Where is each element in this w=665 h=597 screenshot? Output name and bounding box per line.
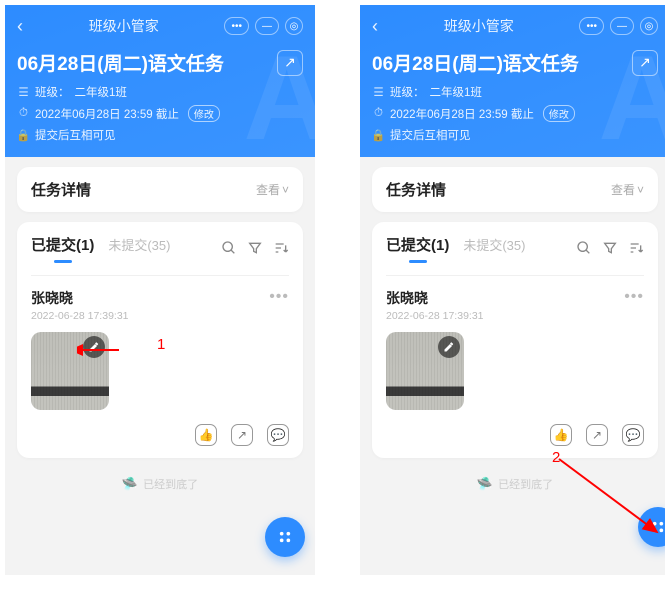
modify-button[interactable]: 修改	[543, 105, 575, 122]
footer: 🛸 已经到底了	[5, 476, 315, 492]
timestamp: 2022-06-28 17:39:31	[31, 310, 129, 322]
header: A ‹ 班级小管家 ••• — ◎ 06月28日(周二)语文任务 ↗ ☰ 班级：…	[5, 5, 315, 157]
minimize-icon[interactable]: —	[255, 17, 279, 35]
sort-icon[interactable]	[273, 240, 289, 256]
comment-icon[interactable]: 💬	[622, 424, 644, 446]
clock-icon: ⏱	[372, 107, 385, 120]
thumbs-up-icon[interactable]: 👍	[550, 424, 572, 446]
target-icon[interactable]: ◎	[640, 17, 658, 35]
class-label: 班级：	[35, 84, 70, 100]
modify-button[interactable]: 修改	[188, 105, 220, 122]
chevron-down-icon: ˅	[282, 183, 289, 197]
back-icon[interactable]: ‹	[372, 16, 378, 37]
share-icon[interactable]: ↗	[632, 50, 658, 76]
submission-card: 已提交(1) 未提交(35) 张晓晓 2022-06-28 17:39:31 •…	[372, 222, 658, 458]
submission-item: 张晓晓 2022-06-28 17:39:31 ••• 👍 ↗ 💬	[31, 275, 289, 446]
thumbs-up-icon[interactable]: 👍	[195, 424, 217, 446]
edit-icon[interactable]	[83, 336, 105, 358]
class-icon: ☰	[17, 85, 30, 99]
task-title: 06月28日(周二)语文任务	[372, 49, 579, 76]
filter-icon[interactable]	[602, 240, 618, 256]
details-heading: 任务详情	[31, 179, 91, 200]
app-title: 班级小管家	[89, 16, 159, 36]
more-icon[interactable]: •••	[624, 288, 644, 306]
search-icon[interactable]	[221, 240, 237, 256]
app-title: 班级小管家	[444, 16, 514, 36]
lock-icon: 🔒	[372, 128, 385, 142]
phone-screenshot-right: A ‹ 班级小管家 ••• — ◎ 06月28日(周二)语文任务 ↗ ☰班级：二…	[360, 5, 665, 575]
clock-icon: ⏱	[17, 107, 30, 120]
tabs: 已提交(1) 未提交(35)	[31, 234, 289, 261]
thumbnail[interactable]	[31, 332, 109, 410]
deadline: 2022年06月28日 23:59 截止	[35, 106, 179, 122]
view-link[interactable]: 查看 ˅	[256, 181, 289, 198]
reshare-icon[interactable]: ↗	[231, 424, 253, 446]
reshare-icon[interactable]: ↗	[586, 424, 608, 446]
author: 张晓晓	[31, 288, 129, 308]
filter-icon[interactable]	[247, 240, 263, 256]
window-buttons: ••• — ◎	[224, 17, 303, 35]
tab-submitted[interactable]: 已提交(1)	[386, 234, 449, 261]
task-details-card[interactable]: 任务详情 查看 ˅	[17, 167, 303, 212]
view-link[interactable]: 查看˅	[611, 181, 644, 198]
chevron-down-icon: ˅	[637, 183, 644, 197]
submission-card: 已提交(1) 未提交(35) 张晓晓 2022-06-28 17:39:31 •…	[17, 222, 303, 458]
class-name: 二年级1班	[75, 84, 127, 100]
back-icon[interactable]: ‹	[17, 16, 23, 37]
more-icon[interactable]: •••	[269, 288, 289, 306]
sort-icon[interactable]	[628, 240, 644, 256]
share-icon[interactable]: ↗	[277, 50, 303, 76]
class-icon: ☰	[372, 85, 385, 99]
task-title: 06月28日(周二)语文任务	[17, 49, 224, 76]
tab-not-submitted[interactable]: 未提交(35)	[108, 235, 170, 254]
more-icon[interactable]: •••	[579, 17, 604, 35]
lock-icon: 🔒	[17, 128, 30, 142]
task-details-card[interactable]: 任务详情 查看˅	[372, 167, 658, 212]
end-text: 已经到底了	[143, 476, 198, 492]
tab-submitted[interactable]: 已提交(1)	[31, 234, 94, 261]
fab-button[interactable]	[638, 507, 665, 547]
minimize-icon[interactable]: —	[610, 17, 634, 35]
ufo-icon: 🛸	[122, 476, 138, 492]
search-icon[interactable]	[576, 240, 592, 256]
phone-screenshot-left: A ‹ 班级小管家 ••• — ◎ 06月28日(周二)语文任务 ↗ ☰ 班级：…	[5, 5, 315, 575]
visibility: 提交后互相可见	[35, 127, 116, 143]
header: A ‹ 班级小管家 ••• — ◎ 06月28日(周二)语文任务 ↗ ☰班级：二…	[360, 5, 665, 157]
task-meta: ☰ 班级： 二年级1班 ⏱ 2022年06月28日 23:59 截止 修改 🔒 …	[17, 84, 303, 143]
comment-icon[interactable]: 💬	[267, 424, 289, 446]
target-icon[interactable]: ◎	[285, 17, 303, 35]
edit-icon[interactable]	[438, 336, 460, 358]
action-row: 👍 ↗ 💬	[31, 424, 289, 446]
tab-not-submitted[interactable]: 未提交(35)	[463, 235, 525, 254]
fab-button[interactable]	[265, 517, 305, 557]
topbar: ‹ 班级小管家 ••• — ◎	[17, 11, 303, 41]
more-icon[interactable]: •••	[224, 17, 249, 35]
ufo-icon: 🛸	[477, 476, 493, 492]
thumbnail[interactable]	[386, 332, 464, 410]
